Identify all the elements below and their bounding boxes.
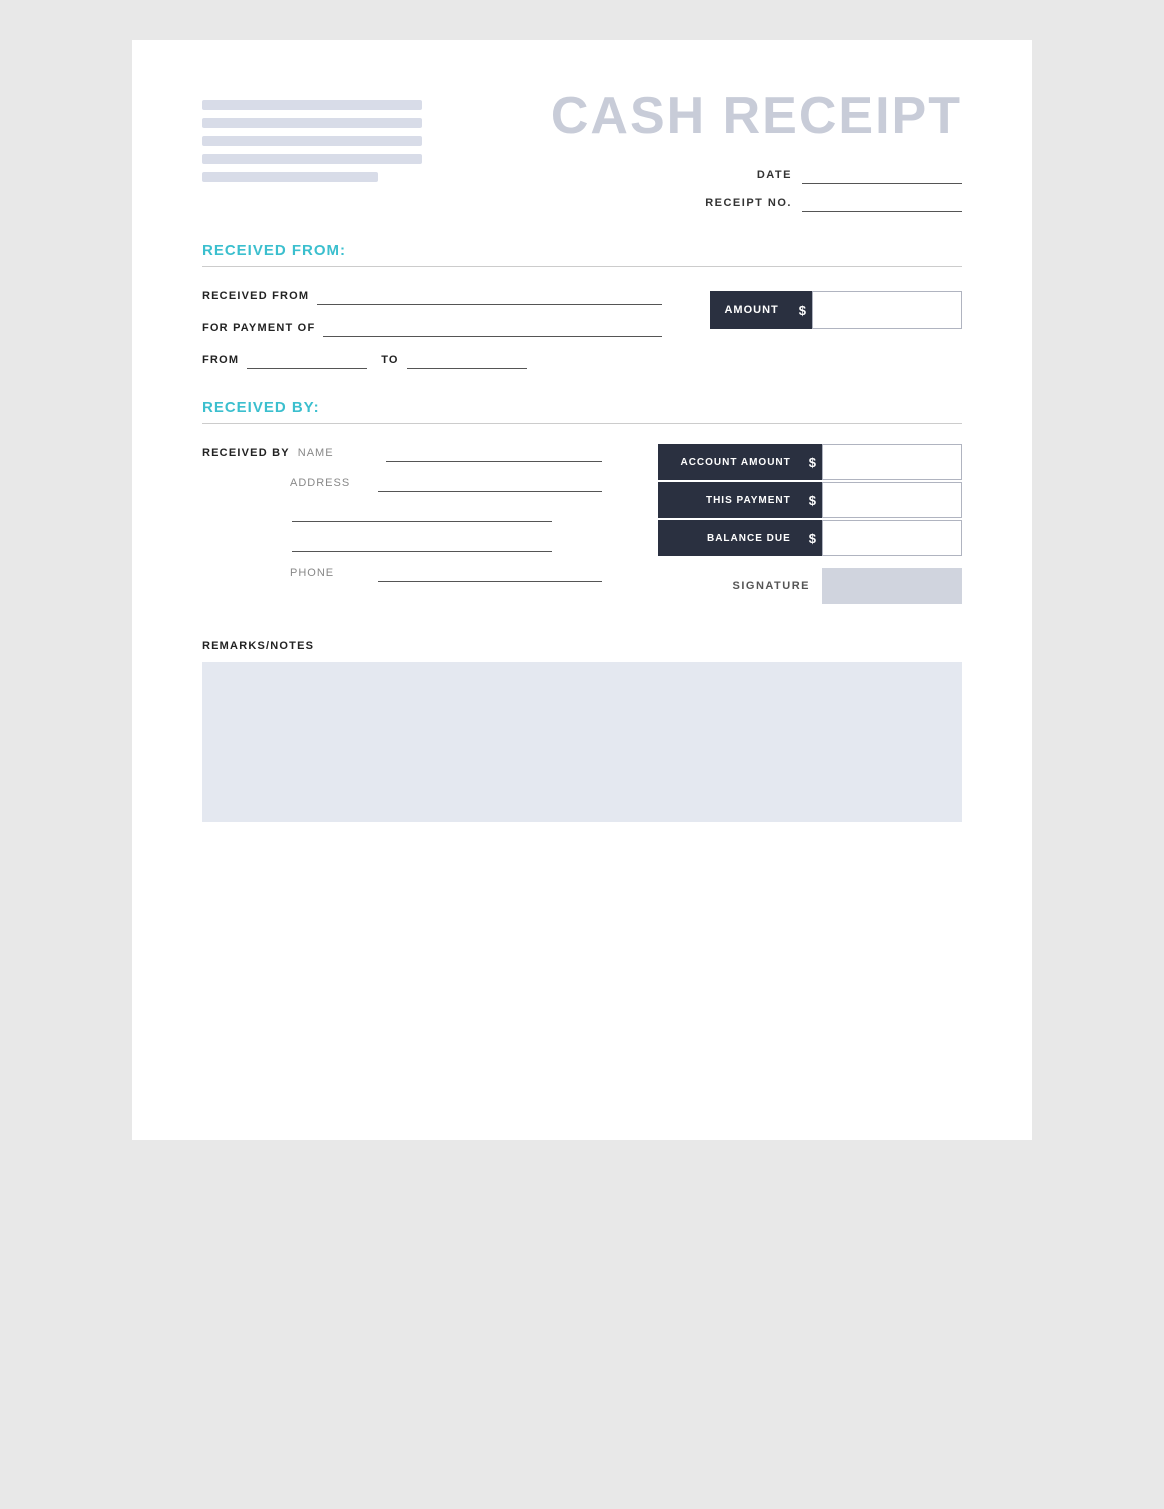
phone-label: PHONE [290, 567, 370, 579]
amount-input[interactable] [821, 303, 953, 318]
address-input-2[interactable] [292, 504, 552, 522]
account-amount-row: ACCOUNT AMOUNT $ [658, 444, 962, 480]
date-receipt-area: DATE RECEIPT NO. [551, 166, 962, 212]
signature-row: SIGNATURE [733, 568, 962, 604]
logo-line-5 [202, 172, 378, 182]
receipt-no-field-row: RECEIPT NO. [705, 194, 962, 212]
account-amount-input[interactable] [831, 455, 953, 470]
phone-row: PHONE [202, 564, 602, 582]
for-payment-label: FOR PAYMENT OF [202, 322, 315, 334]
account-amount-dollar: $ [803, 444, 822, 480]
amount-value-box [812, 291, 962, 329]
page-title: CASH RECEIPT [551, 90, 962, 142]
logo-line-4 [202, 154, 422, 164]
title-area: CASH RECEIPT DATE RECEIPT NO. [551, 90, 962, 212]
received-by-title: RECEIVED BY: [202, 399, 320, 416]
received-from-section-header: RECEIVED FROM: [202, 242, 962, 267]
receipt-no-input[interactable] [802, 194, 962, 212]
this-payment-row: THIS PAYMENT $ [658, 482, 962, 518]
received-by-name-row: RECEIVED BY NAME [202, 444, 602, 462]
account-summary: ACCOUNT AMOUNT $ THIS PAYMENT $ BALA [658, 444, 962, 558]
phone-input[interactable] [378, 564, 602, 582]
balance-due-label: BALANCE DUE [658, 520, 803, 556]
to-label: TO [381, 354, 398, 366]
name-sub-label: NAME [298, 447, 378, 459]
receipt-no-label: RECEIPT NO. [705, 197, 792, 209]
balance-due-input[interactable] [831, 531, 953, 546]
received-from-left-fields: RECEIVED FROM FOR PAYMENT OF FROM TO [202, 287, 662, 369]
this-payment-value [822, 482, 962, 518]
account-amount-label: ACCOUNT AMOUNT [658, 444, 803, 480]
date-input[interactable] [802, 166, 962, 184]
received-by-body: RECEIVED BY NAME ADDRESS PHONE [202, 444, 962, 604]
received-from-body: RECEIVED FROM FOR PAYMENT OF FROM TO AMO… [202, 287, 962, 369]
header-section: CASH RECEIPT DATE RECEIPT NO. [202, 90, 962, 212]
balance-due-row: BALANCE DUE $ [658, 520, 962, 556]
balance-due-dollar: $ [803, 520, 822, 556]
address-input-3[interactable] [292, 534, 552, 552]
from-input[interactable] [247, 351, 367, 369]
date-label: DATE [757, 169, 792, 181]
received-from-title: RECEIVED FROM: [202, 242, 346, 259]
received-from-label: RECEIVED FROM [202, 290, 309, 302]
received-from-input[interactable] [317, 287, 662, 305]
address-label: ADDRESS [290, 477, 370, 489]
received-by-left-fields: RECEIVED BY NAME ADDRESS PHONE [202, 444, 602, 594]
logo-placeholder [202, 100, 422, 182]
remarks-box[interactable] [202, 662, 962, 822]
this-payment-dollar: $ [803, 482, 822, 518]
remarks-label: REMARKS/NOTES [202, 640, 962, 652]
for-payment-field: FOR PAYMENT OF [202, 319, 662, 337]
name-input[interactable] [386, 444, 602, 462]
from-label: FROM [202, 354, 239, 366]
amount-label: AMOUNT [710, 291, 792, 329]
address-extra-lines [202, 504, 602, 552]
account-amount-value [822, 444, 962, 480]
signature-label: SIGNATURE [733, 580, 810, 592]
right-summary: ACCOUNT AMOUNT $ THIS PAYMENT $ BALA [658, 444, 962, 604]
address-input-1[interactable] [378, 474, 602, 492]
address-row-1: ADDRESS [202, 474, 602, 492]
for-payment-input[interactable] [323, 319, 662, 337]
logo-line-2 [202, 118, 422, 128]
received-by-label: RECEIVED BY [202, 447, 290, 459]
to-input[interactable] [407, 351, 527, 369]
amount-box: AMOUNT $ [710, 291, 962, 329]
date-field-row: DATE [757, 166, 962, 184]
signature-box[interactable] [822, 568, 962, 604]
this-payment-input[interactable] [831, 493, 953, 508]
received-by-section-header: RECEIVED BY: [202, 399, 962, 424]
receipt-page: CASH RECEIPT DATE RECEIPT NO. RECEIVED F… [132, 40, 1032, 1140]
remarks-section: REMARKS/NOTES [202, 640, 962, 822]
amount-dollar-sign: $ [793, 291, 812, 329]
logo-line-3 [202, 136, 422, 146]
received-from-field: RECEIVED FROM [202, 287, 662, 305]
from-to-row: FROM TO [202, 351, 662, 369]
logo-line-1 [202, 100, 422, 110]
balance-due-value [822, 520, 962, 556]
this-payment-label: THIS PAYMENT [658, 482, 803, 518]
